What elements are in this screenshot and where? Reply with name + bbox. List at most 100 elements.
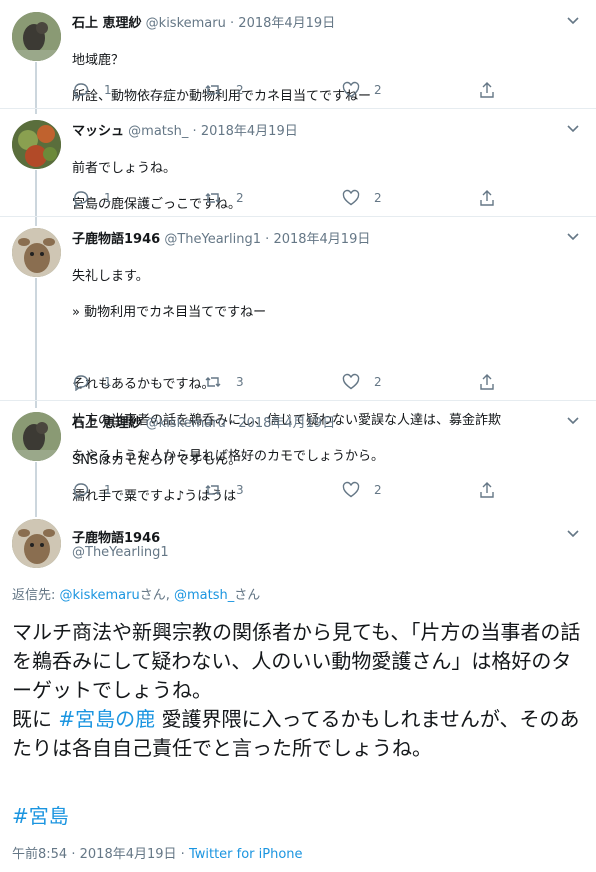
share-icon — [480, 82, 494, 98]
like-button[interactable]: 2 — [342, 481, 382, 499]
separator-dot: · — [180, 847, 185, 862]
tweet-line: 前者でしょうね。 — [72, 161, 177, 176]
tweet-line: SNSはカモだらけですもん。 — [72, 453, 242, 468]
retweet-button[interactable]: 3 — [204, 373, 244, 391]
tweet-date[interactable]: 2018年4月19日 — [201, 124, 298, 139]
retweet-count: 2 — [236, 83, 244, 97]
share-button[interactable] — [478, 189, 496, 207]
mention-link[interactable]: @kiskemaru — [60, 588, 140, 603]
tweet-time[interactable]: 午前8:54 — [12, 847, 67, 862]
reply-count: 1 — [104, 191, 112, 205]
heart-icon — [342, 81, 360, 98]
divider — [0, 216, 596, 217]
username[interactable]: @TheYearling1 — [72, 545, 169, 560]
reply-icon — [73, 83, 89, 99]
tweet-date[interactable]: 2018年4月19日 — [238, 416, 335, 431]
tweet-line — [72, 340, 572, 358]
tweet-line: 地域鹿？ — [72, 53, 125, 68]
chevron-down-icon[interactable] — [566, 230, 580, 244]
display-name[interactable]: 石上 恵理紗 — [72, 416, 142, 431]
tweet-actions: 1 2 2 — [72, 81, 502, 99]
like-button[interactable]: 2 — [342, 81, 382, 99]
tweet-actions: 1 3 2 — [72, 373, 502, 391]
username[interactable]: @TheYearling1 — [164, 232, 261, 247]
display-name[interactable]: 子鹿物語1946 — [72, 527, 160, 546]
username[interactable]: @kiskemaru — [146, 16, 226, 31]
tweet-line: » 動物利用でカネ目当てですねー — [72, 305, 267, 320]
reply-icon — [73, 483, 89, 499]
retweet-icon — [205, 377, 221, 387]
share-icon — [480, 190, 494, 206]
share-button[interactable] — [478, 481, 496, 499]
tweet-date[interactable]: 2018年4月19日 — [238, 16, 335, 31]
avatar[interactable] — [12, 120, 61, 169]
retweet-button[interactable]: 3 — [204, 481, 244, 499]
tweet-line: 失礼します。 — [72, 269, 149, 284]
like-count: 2 — [374, 191, 382, 205]
reply-to-label: 返信先: — [12, 588, 60, 603]
reply-button[interactable]: 1 — [72, 189, 112, 207]
reply-count: 1 — [104, 83, 112, 97]
tweet-header: 石上 恵理紗 @kiskemaru · 2018年4月19日 — [72, 412, 335, 431]
tweet-header: 子鹿物語1946 @TheYearling1 · 2018年4月19日 — [72, 228, 370, 247]
display-name[interactable]: 石上 恵理紗 — [72, 16, 142, 31]
retweet-button[interactable]: 2 — [204, 189, 244, 207]
avatar[interactable] — [12, 12, 61, 61]
reply-button[interactable]: 1 — [72, 481, 112, 499]
chevron-down-icon[interactable] — [566, 122, 580, 136]
separator-dot: · — [265, 232, 270, 247]
hashtag-link[interactable]: #宮島の鹿 — [58, 707, 155, 731]
reply-count: 1 — [104, 483, 112, 497]
separator-dot: · — [192, 124, 197, 139]
tweet-text: 前者でしょうね。 宮島の鹿保護ごっこですね。 — [72, 142, 572, 232]
reply-button[interactable]: 1 — [72, 373, 112, 391]
thread-connector — [35, 62, 37, 114]
divider — [0, 400, 596, 401]
reply-button[interactable]: 1 — [72, 81, 112, 99]
tweet-date[interactable]: 2018年4月19日 — [80, 847, 177, 862]
source-link[interactable]: Twitter for iPhone — [189, 847, 303, 862]
like-button[interactable]: 2 — [342, 189, 382, 207]
tweet-timestamp: 午前8:54 · 2018年4月19日 · Twitter for iPhone — [12, 843, 303, 862]
reply-to-line: 返信先: @kiskemaruさん, @matsh_さん — [12, 584, 260, 603]
retweet-count: 3 — [236, 375, 244, 389]
tweet-date[interactable]: 2018年4月19日 — [273, 232, 370, 247]
thread-connector — [35, 462, 37, 517]
heart-icon — [342, 373, 360, 390]
avatar[interactable] — [12, 519, 61, 568]
tweet-paragraph: 既に #宮島の鹿 愛護界隈に入ってるかもしれませんが、そのあたりは各自自己責任で… — [12, 705, 587, 763]
reply-count: 1 — [104, 375, 112, 389]
like-button[interactable]: 2 — [342, 373, 382, 391]
share-button[interactable] — [478, 81, 496, 99]
thread-connector — [35, 278, 37, 408]
avatar[interactable] — [12, 228, 61, 277]
tweet-text: 地域鹿？ 所詮、動物依存症か動物利用でカネ目当てですねー — [72, 34, 572, 124]
reply-to-text: さん, — [139, 588, 174, 603]
retweet-icon — [205, 85, 221, 95]
share-icon — [480, 482, 494, 498]
chevron-down-icon[interactable] — [566, 527, 580, 541]
tweet-actions: 1 2 2 — [72, 189, 502, 207]
tweet-text: SNSはカモだらけですもん。 濡れ手で粟ですよ♪うはうは — [72, 434, 572, 524]
like-count: 2 — [374, 375, 382, 389]
display-name[interactable]: 子鹿物語1946 — [72, 232, 160, 247]
retweet-count: 3 — [236, 483, 244, 497]
mention-link[interactable]: @matsh_ — [174, 588, 234, 603]
avatar[interactable] — [12, 412, 61, 461]
chevron-down-icon[interactable] — [566, 14, 580, 28]
retweet-button[interactable]: 2 — [204, 81, 244, 99]
retweet-icon — [205, 485, 221, 495]
heart-icon — [342, 189, 360, 206]
username[interactable]: @kiskemaru — [146, 416, 226, 431]
hashtag-link[interactable]: #宮島 — [12, 800, 69, 829]
username[interactable]: @matsh_ — [128, 124, 188, 139]
display-name[interactable]: マッシュ — [72, 124, 124, 139]
share-icon — [480, 374, 494, 390]
reply-to-text: さん — [234, 588, 261, 603]
reply-icon — [73, 375, 89, 391]
chevron-down-icon[interactable] — [566, 414, 580, 428]
heart-icon — [342, 481, 360, 498]
share-button[interactable] — [478, 373, 496, 391]
like-count: 2 — [374, 83, 382, 97]
like-count: 2 — [374, 483, 382, 497]
